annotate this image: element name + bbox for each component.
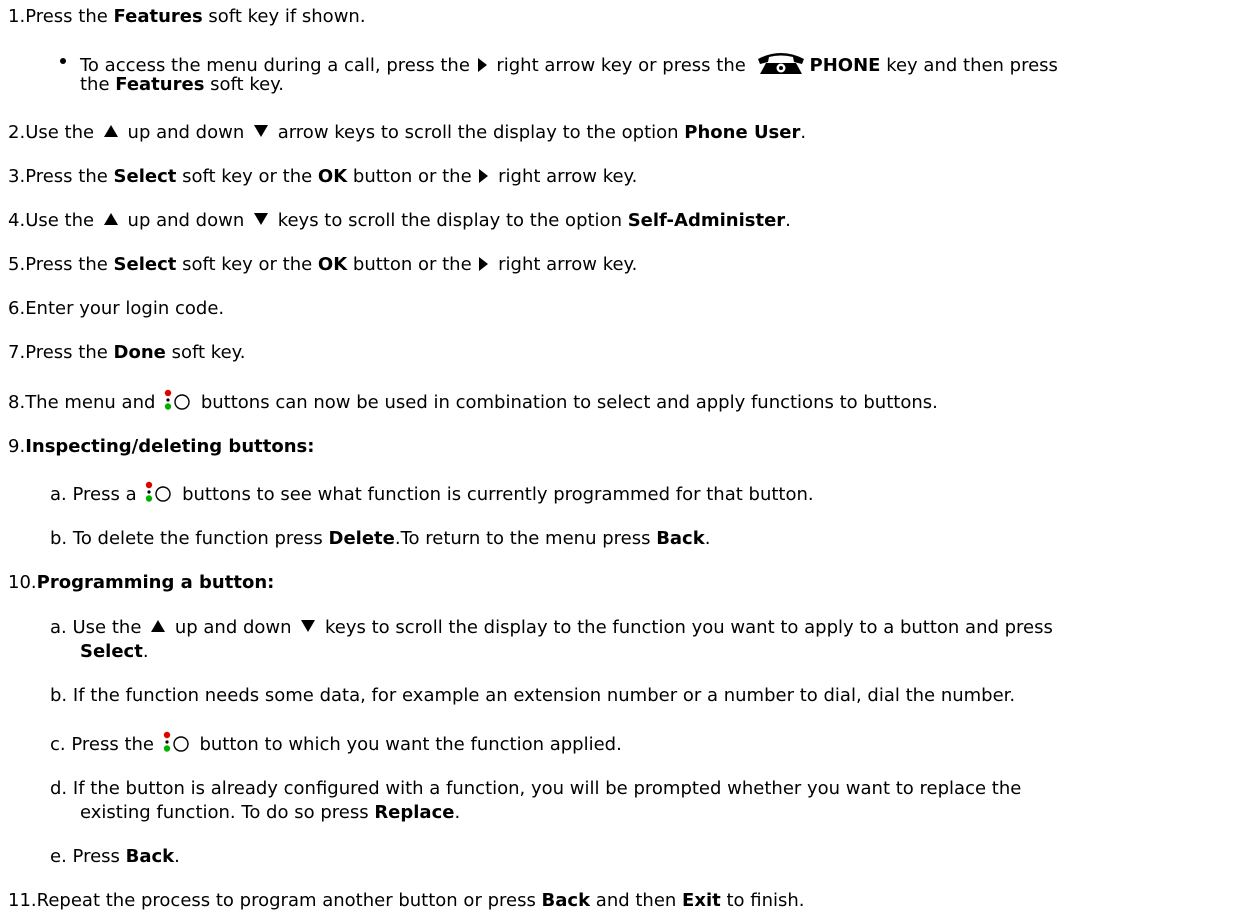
step-9b: b. To delete the function press Delete.T…: [50, 528, 711, 549]
down-arrow-icon: [253, 125, 268, 137]
step-9: 9.Inspecting/deleting buttons:: [8, 436, 315, 457]
section-heading: Programming a button:: [36, 572, 275, 593]
phone-label: PHONE: [809, 55, 881, 76]
up-arrow-icon: [151, 620, 166, 632]
step-10: 10.Programming a button:: [8, 572, 275, 593]
step-10c: c. Press the button to which you want th…: [50, 731, 622, 759]
step-10d: d. If the button is already configured w…: [50, 778, 1022, 799]
lamp-button-icon: [164, 389, 190, 410]
step-8: 8.The menu and buttons can now be used i…: [8, 389, 938, 417]
step-9a: a. Press a buttons to see what function …: [50, 481, 814, 509]
step-1: 1.Press the Features soft key if shown.: [8, 6, 366, 27]
step-7: 7.Press the Done soft key.: [8, 342, 246, 363]
lamp-button-icon: [163, 731, 189, 752]
section-heading: Inspecting/deleting buttons:: [25, 436, 315, 457]
down-arrow-icon: [301, 620, 316, 632]
step-3: 3.Press the Select soft key or the OK bu…: [8, 166, 638, 187]
step-6: 6.Enter your login code.: [8, 298, 225, 319]
right-arrow-icon: [479, 168, 489, 183]
features-label: Features: [113, 6, 203, 27]
step-1-bullet-cont: the Features soft key.: [80, 74, 284, 95]
step-2: 2.Use the up and down arrow keys to scro…: [8, 122, 807, 143]
step-10a-cont: Select.: [80, 641, 149, 662]
up-arrow-icon: [103, 125, 118, 137]
step-number: 1.: [8, 6, 26, 27]
right-arrow-icon: [477, 57, 487, 72]
lamp-button-icon: [146, 481, 172, 502]
step-10d-cont: existing function. To do so press Replac…: [80, 802, 461, 823]
down-arrow-icon: [253, 213, 268, 225]
right-arrow-icon: [479, 256, 489, 271]
step-11: 11.Repeat the process to program another…: [8, 890, 805, 911]
features-label: Features: [115, 74, 205, 95]
step-5: 5.Press the Select soft key or the OK bu…: [8, 254, 638, 275]
bullet-icon: [60, 58, 66, 64]
step-10e: e. Press Back.: [50, 846, 180, 867]
step-4: 4.Use the up and down keys to scroll the…: [8, 210, 791, 231]
step-10b: b. If the function needs some data, for …: [50, 685, 1016, 706]
step-10a: a. Use the up and down keys to scroll th…: [50, 617, 1053, 638]
up-arrow-icon: [103, 213, 118, 225]
phone-icon: [757, 53, 804, 74]
